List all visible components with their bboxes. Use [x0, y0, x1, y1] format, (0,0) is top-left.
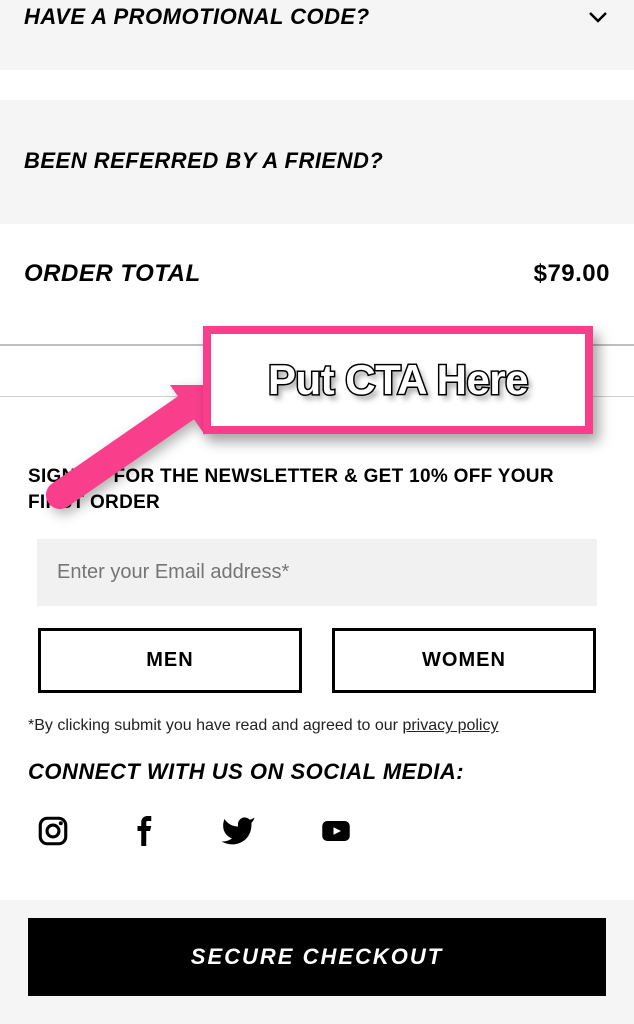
arrow-annotation-icon [20, 375, 230, 525]
order-total-row: ORDER TOTAL $79.00 [0, 224, 634, 308]
email-field[interactable] [37, 539, 597, 606]
order-total-value: $79.00 [534, 260, 610, 288]
cta-annotation-box: Put CTA Here [203, 326, 593, 434]
cta-annotation-text: Put CTA Here [268, 356, 528, 404]
referred-section[interactable]: BEEN REFERRED BY A FRIEND? [0, 100, 634, 224]
gender-button-row: MEN WOMEN [38, 628, 596, 693]
order-total-label: ORDER TOTAL [24, 260, 201, 288]
social-heading: CONNECT WITH US ON SOCIAL MEDIA: [28, 759, 606, 785]
facebook-icon[interactable] [130, 813, 160, 853]
youtube-icon[interactable] [316, 816, 356, 851]
sticky-footer: SECURE CHECKOUT [0, 900, 634, 1024]
promo-code-accordion[interactable]: HAVE A PROMOTIONAL CODE? [0, 0, 634, 70]
chevron-down-icon[interactable] [586, 4, 610, 36]
spacer [0, 70, 634, 100]
referred-label: BEEN REFERRED BY A FRIEND? [24, 148, 383, 173]
instagram-icon[interactable] [36, 814, 70, 853]
promo-code-label: HAVE A PROMOTIONAL CODE? [24, 4, 370, 30]
twitter-icon[interactable] [220, 813, 256, 853]
privacy-policy-link[interactable]: privacy policy [402, 717, 498, 734]
social-icons-row [28, 813, 606, 853]
disclaimer-text: *By clicking submit you have read and ag… [28, 717, 402, 734]
men-button[interactable]: MEN [38, 628, 302, 693]
secure-checkout-button[interactable]: SECURE CHECKOUT [28, 918, 606, 996]
women-button[interactable]: WOMEN [332, 628, 596, 693]
newsletter-disclaimer: *By clicking submit you have read and ag… [28, 717, 606, 759]
